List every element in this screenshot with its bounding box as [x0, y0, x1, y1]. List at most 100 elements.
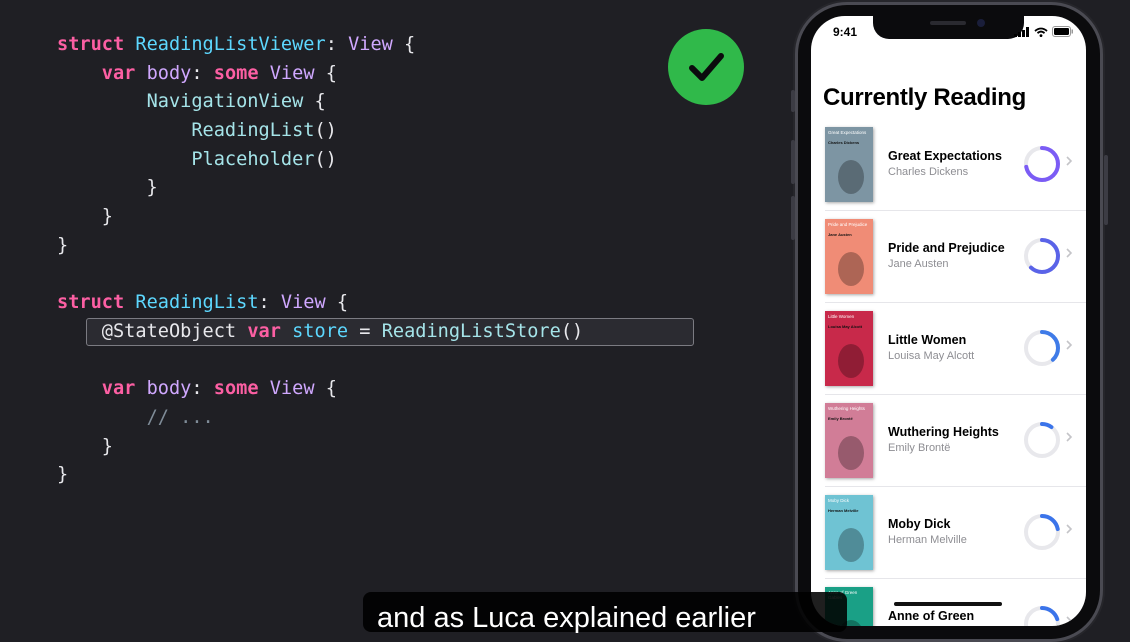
wifi-icon — [1034, 27, 1048, 37]
book-author: Herman Melville — [888, 534, 967, 546]
code-line: var body: some View { — [57, 60, 583, 89]
home-indicator[interactable] — [894, 602, 1002, 606]
book-author: Jane Austen — [888, 258, 949, 270]
code-line: } — [57, 232, 583, 261]
code-token: () — [314, 148, 337, 170]
code-token: // ... — [146, 406, 214, 428]
caption-text: and as Luca explained earlier — [377, 602, 756, 634]
volume-down-button — [791, 196, 795, 240]
code-token: Placeholder — [191, 148, 315, 170]
chevron-right-icon — [1066, 156, 1073, 166]
progress-ring — [1024, 422, 1060, 458]
code-token: } — [57, 435, 113, 457]
chevron-right-icon — [1066, 616, 1073, 626]
checkmark-circle-icon — [668, 29, 744, 105]
code-token: var — [101, 378, 136, 400]
book-title: Pride and Prejudice — [888, 241, 1005, 255]
code-line: NavigationView { — [57, 88, 583, 117]
battery-icon — [1052, 26, 1073, 37]
code-token: body — [146, 378, 192, 400]
code-token: var — [101, 62, 136, 84]
code-token: : — [258, 292, 281, 314]
book-author: Charles Dickens — [888, 166, 969, 178]
progress-ring — [1024, 238, 1060, 274]
cover-author: Charles Dickens — [828, 140, 860, 145]
code-token: = — [348, 320, 382, 342]
book-row[interactable]: Pride and Prejudice Jane Austen Pride and … — [825, 211, 1086, 303]
code-token: } — [57, 464, 69, 486]
code-token: NavigationView — [146, 91, 304, 113]
book-row[interactable]: Great Expectations Charles Dickens Great E… — [825, 119, 1086, 211]
chevron-right-icon — [1066, 248, 1073, 258]
code-token: () — [314, 120, 337, 142]
chevron-right-icon — [1066, 432, 1073, 442]
code-token: : — [325, 34, 349, 55]
notch — [873, 16, 1024, 39]
phone-screen: 9:41 Currently Reading Great Expectation… — [811, 16, 1086, 626]
code-line: @StateObject var store = ReadingListStor… — [57, 318, 583, 347]
status-icons — [1014, 26, 1074, 37]
cover-author: Herman Melville — [828, 508, 859, 513]
code-token: { — [392, 34, 416, 55]
code-token: View — [280, 292, 326, 314]
nav-title: Currently Reading — [823, 84, 1026, 111]
code-token: View — [269, 62, 315, 84]
book-cover: Pride and Prejudice Jane Austen — [825, 219, 873, 294]
code-line: Placeholder() — [57, 146, 583, 175]
code-line: struct ReadingListViewer: View { — [57, 31, 583, 60]
reading-list: Great Expectations Charles Dickens Great E… — [811, 119, 1086, 626]
book-row[interactable]: Little Women Louisa May Alcott Little Wome… — [825, 303, 1086, 395]
code-line: ReadingList() — [57, 117, 583, 146]
code-line: struct ReadingList: View { — [57, 289, 583, 318]
cover-title: Moby Dick — [828, 498, 850, 503]
side-button — [1104, 155, 1108, 225]
code-token: { — [314, 378, 337, 400]
code-token: View — [348, 34, 393, 55]
code-token: some — [213, 378, 259, 400]
code-token: ReadingListStore — [381, 320, 561, 342]
cover-title: Pride and Prejudice — [828, 222, 868, 227]
cover-title: Little Women — [828, 314, 855, 319]
book-row[interactable]: Moby Dick Herman Melville Moby Dick Herman … — [825, 487, 1086, 579]
code-editor: struct ReadingListViewer: View { var bod… — [57, 31, 583, 490]
book-cover: Wuthering Heights Emily Brontë — [825, 403, 873, 478]
code-token: } — [57, 206, 113, 228]
code-token: struct — [57, 34, 125, 55]
code-token: () — [560, 320, 584, 342]
code-line: } — [57, 461, 583, 490]
cover-author: Jane Austen — [828, 232, 852, 237]
code-token: { — [314, 62, 337, 84]
code-token: : — [191, 378, 214, 400]
status-time: 9:41 — [833, 25, 858, 39]
book-title: Little Women — [888, 333, 967, 347]
code-token: { — [303, 91, 326, 113]
progress-ring — [1024, 146, 1060, 182]
code-token: @StateObject — [57, 320, 248, 342]
code-token: } — [57, 234, 69, 256]
book-cover: Little Women Louisa May Alcott — [825, 311, 873, 386]
book-row[interactable]: Wuthering Heights Emily Brontë Wuthering H… — [825, 395, 1086, 487]
cellular-signal-icon — [1014, 26, 1029, 37]
code-token: var — [247, 320, 281, 342]
code-token: View — [269, 378, 315, 400]
code-token: struct — [57, 292, 125, 314]
progress-ring — [1024, 330, 1060, 366]
subtitle-caption: and as Luca explained earlier — [363, 592, 847, 634]
code-token: ReadingList — [135, 292, 259, 314]
volume-up-button — [791, 140, 795, 184]
progress-ring — [1024, 606, 1060, 626]
code-token: { — [325, 292, 349, 314]
code-token: : — [191, 62, 214, 84]
